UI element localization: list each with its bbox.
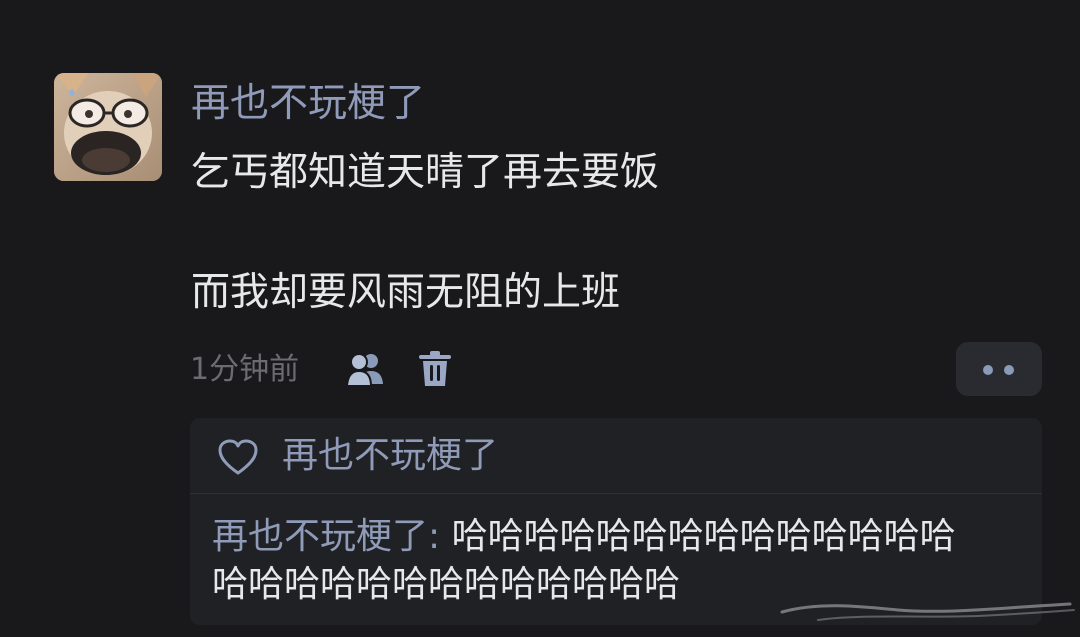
reply-text-line-2: 哈哈哈哈哈哈哈哈哈哈哈哈哈	[212, 564, 681, 605]
comment-text-line-2: 而我却要风雨无阻的上班	[191, 270, 621, 315]
trash-icon[interactable]	[417, 349, 453, 389]
avatar[interactable]	[54, 73, 162, 181]
comment-username[interactable]: 再也不玩梗了	[191, 77, 425, 131]
comment-time: 1分钟前	[190, 352, 300, 387]
avatar-image	[54, 73, 162, 181]
comment-text-line-1: 乞丐都知道天晴了再去要饭	[191, 150, 660, 195]
reply-separator: :	[428, 516, 452, 557]
reply-author[interactable]: 再也不玩梗了	[212, 516, 428, 557]
like-row: 再也不玩梗了	[190, 418, 1042, 494]
watermark-logo	[780, 602, 1075, 621]
reply-text-line-1: 哈哈哈哈哈哈哈哈哈哈哈哈哈哈	[451, 516, 956, 557]
more-options-button[interactable]	[956, 342, 1042, 396]
liked-by-username[interactable]: 再也不玩梗了	[282, 431, 498, 481]
people-icon[interactable]	[344, 350, 388, 390]
more-dots-icon	[983, 365, 993, 375]
more-dots-icon-2	[1004, 365, 1014, 375]
heart-icon[interactable]	[217, 438, 259, 476]
